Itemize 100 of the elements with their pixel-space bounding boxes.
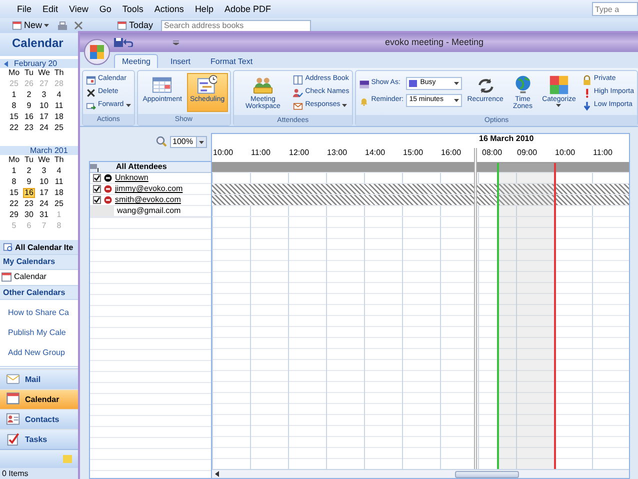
checkbox[interactable] <box>93 196 101 204</box>
menu-item[interactable]: Edit <box>42 4 58 14</box>
calendar-day[interactable]: 8 <box>8 101 20 112</box>
lock-icon <box>582 74 592 84</box>
menu-item[interactable]: Go <box>99 4 112 14</box>
down-arrow-icon <box>582 100 592 110</box>
time-label: 11:00 <box>593 148 612 158</box>
month-title: March 201 <box>30 146 68 156</box>
menu-item[interactable]: File <box>17 4 32 14</box>
calendar-day[interactable]: 11 <box>53 101 65 112</box>
calendar-icon <box>152 75 172 95</box>
office-button[interactable] <box>84 39 110 65</box>
calendar-day[interactable]: 23 <box>23 123 35 134</box>
ribbon-tab[interactable]: Format Text <box>202 54 261 68</box>
printer-icon[interactable] <box>57 20 68 30</box>
pane-link[interactable]: Publish My Cale <box>0 320 78 340</box>
calendar-day[interactable]: 3 <box>38 166 50 176</box>
calendar-icon <box>117 20 128 30</box>
checkbox[interactable] <box>93 174 101 182</box>
time-label: 10:00 <box>213 148 234 158</box>
weekday-label: Mo <box>8 68 20 78</box>
pane-link[interactable]: How to Share Ca <box>0 300 78 320</box>
calendar-day[interactable]: 1 <box>8 166 20 176</box>
nav-button[interactable]: Contacts <box>0 408 78 429</box>
calendar-day[interactable]: 3 <box>38 90 50 100</box>
calendar-day[interactable]: 17 <box>38 112 50 122</box>
calendar-day[interactable]: 11 <box>53 177 65 188</box>
calendar-day[interactable]: 4 <box>53 90 65 100</box>
calendar-day[interactable]: 10 <box>38 177 50 188</box>
calendar-day[interactable]: 25 <box>53 123 65 134</box>
people-icon <box>252 75 273 95</box>
meeting-time-range[interactable] <box>497 163 556 469</box>
zoom-icon[interactable] <box>156 136 167 147</box>
zoom-dropdown[interactable]: 100% <box>170 136 207 148</box>
calendar-day[interactable]: 18 <box>53 112 65 122</box>
nav-button[interactable]: Tasks <box>0 428 78 449</box>
ribbon-tab[interactable]: Insert <box>162 54 198 68</box>
calendar-day[interactable]: 16 <box>23 188 35 198</box>
weekday-label: We <box>38 68 50 78</box>
calendar-day[interactable]: 24 <box>38 123 50 134</box>
new-button[interactable]: New <box>10 20 52 31</box>
menu-item[interactable]: Help <box>194 4 214 14</box>
status-swatch-icon <box>409 80 418 87</box>
caret-icon <box>126 104 131 107</box>
calendar-day[interactable]: 25 <box>53 199 65 210</box>
left-arrow-icon[interactable] <box>215 471 219 477</box>
calendar-day[interactable]: 30 <box>23 210 35 220</box>
nav-button[interactable]: Mail <box>0 368 78 389</box>
calendar-day[interactable]: 9 <box>23 177 35 188</box>
calendar-icon <box>12 20 22 30</box>
attendee-list-icon <box>90 162 100 172</box>
column-header: All Attendees <box>116 162 167 172</box>
calendar-day[interactable]: 4 <box>53 166 65 176</box>
calendar-day[interactable]: 8 <box>8 177 20 188</box>
today-button[interactable]: Today <box>115 20 156 31</box>
caret-icon <box>342 104 348 107</box>
calendar-day[interactable]: 16 <box>23 112 35 122</box>
menu-item[interactable]: Actions <box>154 4 184 14</box>
time-label: 15:00 <box>403 148 424 158</box>
calendar-day[interactable]: 31 <box>38 210 50 220</box>
scrollbar-thumb[interactable] <box>455 470 519 478</box>
calendar-day[interactable]: 2 <box>23 166 35 176</box>
folder-label[interactable]: Calendar <box>14 272 46 282</box>
customize-caret-icon[interactable] <box>173 40 179 45</box>
undo-icon[interactable] <box>123 38 133 47</box>
checkbox[interactable] <box>93 185 101 193</box>
globe-icon <box>512 75 533 95</box>
menu-item[interactable]: View <box>69 4 88 14</box>
calendar-day[interactable]: 17 <box>38 188 50 198</box>
status-text: 0 Items <box>0 468 78 479</box>
calendar-day[interactable]: 10 <box>38 101 50 112</box>
calendar-day[interactable]: 18 <box>53 188 65 198</box>
pane-link[interactable]: Add New Group <box>0 340 78 360</box>
help-search-field[interactable]: Type a <box>592 2 638 16</box>
calendar-day[interactable]: 23 <box>23 199 35 210</box>
checked-clipboard-icon <box>6 432 20 446</box>
month-title: February 20 <box>14 59 58 68</box>
calendar-icon <box>6 392 20 406</box>
menu-item[interactable]: Tools <box>122 4 144 14</box>
calendar-day[interactable]: 29 <box>8 210 20 220</box>
calendar-day[interactable]: 22 <box>8 199 20 210</box>
calendar-day[interactable]: 15 <box>8 188 20 198</box>
nav-button[interactable]: Calendar <box>0 388 78 409</box>
calendar-day[interactable]: 2 <box>23 90 35 100</box>
horizontal-scrollbar[interactable] <box>212 469 629 478</box>
ribbon-tab[interactable]: Meeting <box>114 54 158 68</box>
x-icon[interactable] <box>74 21 84 30</box>
calendar-day[interactable]: 9 <box>23 101 35 112</box>
address-search-field[interactable]: Search address books <box>161 20 312 32</box>
time-label: 14:00 <box>365 148 386 158</box>
save-icon[interactable] <box>114 38 123 47</box>
calendar-day[interactable]: 1 <box>8 90 20 100</box>
time-label: 09:00 <box>517 148 538 158</box>
menu-item[interactable]: Adobe PDF <box>224 4 271 14</box>
pane-title: Calendar <box>0 33 78 56</box>
calendar-day[interactable]: 24 <box>38 199 50 210</box>
calendar-day[interactable]: 22 <box>8 123 20 134</box>
time-label: 13:00 <box>327 148 348 158</box>
bell-icon <box>359 96 370 106</box>
calendar-day[interactable]: 15 <box>8 112 20 122</box>
